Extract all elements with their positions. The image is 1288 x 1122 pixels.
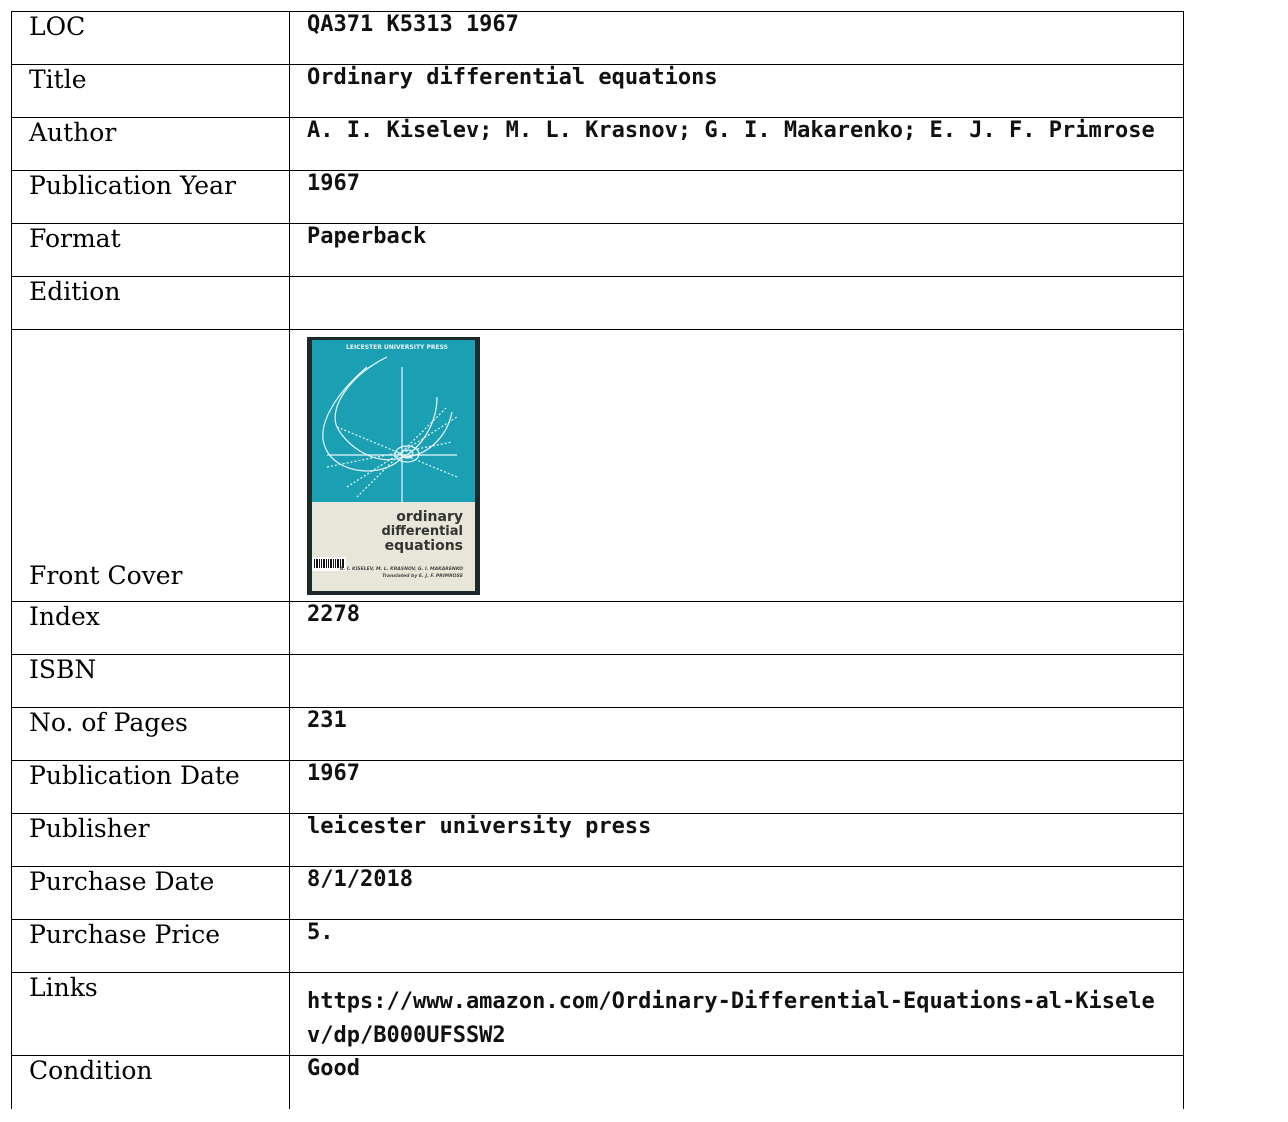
field-value: QA371 K5313 1967	[289, 11, 1184, 65]
field-label: No. of Pages	[11, 707, 290, 761]
field-label: Condition	[11, 1055, 290, 1109]
row-links: Links https://www.amazon.com/Ordinary-Di…	[11, 972, 1184, 1056]
field-label: Publication Date	[11, 760, 290, 814]
field-value: leicester university press	[289, 813, 1184, 867]
field-value	[289, 654, 1184, 708]
book-record-table: LOC QA371 K5313 1967 Title Ordinary diff…	[11, 11, 1184, 1109]
cover-art: LEICESTER UNIVERSITY PRESS ordinary diff…	[307, 337, 480, 595]
row-index: Index 2278	[11, 601, 1184, 655]
field-label: Author	[11, 117, 290, 171]
field-label: LOC	[11, 11, 290, 65]
field-value	[289, 276, 1184, 330]
row-title: Title Ordinary differential equations	[11, 64, 1184, 118]
field-label: Publisher	[11, 813, 290, 867]
row-purchase-price: Purchase Price 5.	[11, 919, 1184, 973]
row-edition: Edition	[11, 276, 1184, 330]
field-label: Links	[11, 972, 290, 1056]
row-purchase-date: Purchase Date 8/1/2018	[11, 866, 1184, 920]
field-label: Title	[11, 64, 290, 118]
front-cover-image: LEICESTER UNIVERSITY PRESS ordinary diff…	[307, 337, 480, 595]
field-value: Good	[289, 1055, 1184, 1109]
cover-title-line1: ordinary	[396, 509, 463, 525]
field-value: 2278	[289, 601, 1184, 655]
field-value: 1967	[289, 760, 1184, 814]
field-label: Index	[11, 601, 290, 655]
cover-title-line2: differential	[382, 524, 464, 539]
field-value: 5.	[289, 919, 1184, 973]
row-publication-year: Publication Year 1967	[11, 170, 1184, 224]
row-publication-date: Publication Date 1967	[11, 760, 1184, 814]
row-format: Format Paperback	[11, 223, 1184, 277]
field-label: ISBN	[11, 654, 290, 708]
field-value: 8/1/2018	[289, 866, 1184, 920]
row-author: Author A. I. Kiselev; M. L. Krasnov; G. …	[11, 117, 1184, 171]
cover-publisher-band: LEICESTER UNIVERSITY PRESS	[346, 344, 448, 351]
cover-title-line3: equations	[385, 538, 463, 554]
field-value: 1967	[289, 170, 1184, 224]
row-front-cover: Front Cover LEICESTER UNIVERSITY PRESS o…	[11, 329, 1184, 602]
field-value: Ordinary differential equations	[289, 64, 1184, 118]
link-value[interactable]: https://www.amazon.com/Ordinary-Differen…	[289, 972, 1184, 1056]
field-value: 231	[289, 707, 1184, 761]
row-condition: Condition Good	[11, 1055, 1184, 1109]
cover-teal-panel	[312, 340, 475, 502]
field-value: Paperback	[289, 223, 1184, 277]
field-label: Front Cover	[11, 329, 290, 602]
cover-translator-line: Translated by E. J. F. PRIMROSE	[382, 573, 464, 579]
row-loc: LOC QA371 K5313 1967	[11, 11, 1184, 65]
field-label: Format	[11, 223, 290, 277]
field-label: Purchase Price	[11, 919, 290, 973]
row-isbn: ISBN	[11, 654, 1184, 708]
cover-authors-line: A. I. KISELEV, M. L. KRASNOV, G. I. MAKA…	[339, 566, 463, 572]
row-publisher: Publisher leicester university press	[11, 813, 1184, 867]
field-label: Edition	[11, 276, 290, 330]
field-value: LEICESTER UNIVERSITY PRESS ordinary diff…	[289, 329, 1184, 602]
row-pages: No. of Pages 231	[11, 707, 1184, 761]
field-label: Purchase Date	[11, 866, 290, 920]
field-label: Publication Year	[11, 170, 290, 224]
field-value: A. I. Kiselev; M. L. Krasnov; G. I. Maka…	[289, 117, 1184, 171]
